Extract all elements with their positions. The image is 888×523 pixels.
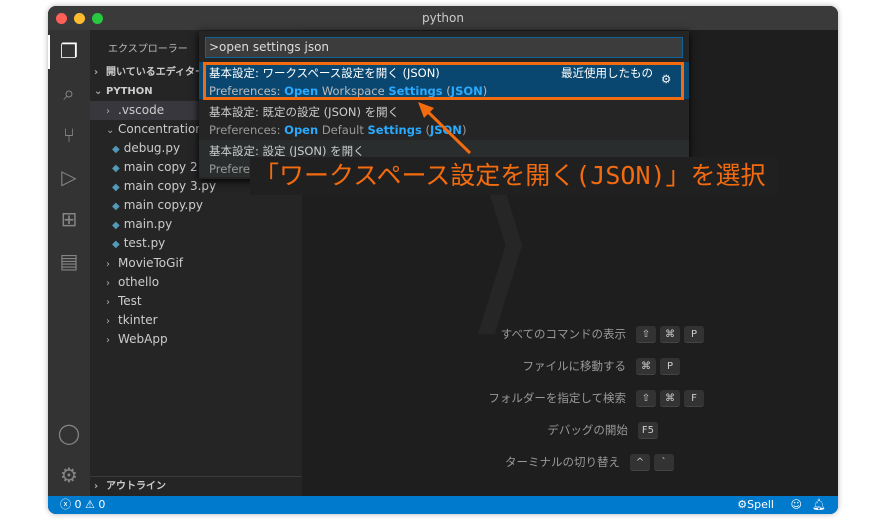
shortcut-start-debugging: デバッグの開始 F5 [328,420,662,440]
shortcut-find-in-folder: フォルダーを指定して検索 ⇧ ⌘ F [326,388,708,408]
tree-item[interactable]: ◆ test.py [90,234,302,253]
feedback-icon[interactable]: ☺ [791,496,802,514]
python-file-icon: ◆ [112,220,120,231]
run-debug-icon[interactable]: ▷ [56,164,82,190]
highlight-box [203,62,684,100]
shortcut-label: ターミナルの切り替え [505,455,620,469]
chevron-right-icon: › [106,297,110,308]
tree-item[interactable]: ◆ main copy.py [90,196,302,215]
arrow-icon [418,102,472,155]
key: ⌘ [660,389,680,407]
extensions-icon[interactable]: ⊞ [56,206,82,232]
key: ⌘ [636,357,656,375]
bell-icon[interactable]: 🔔︎ [812,496,826,514]
window-title: python [422,11,464,25]
close-button[interactable] [56,13,67,24]
tree-item-label: main copy 3.py [123,179,217,193]
tree-item-label: tkinter [118,313,158,327]
problems-indicator[interactable]: ⓧ 0 ⚠ 0 [60,496,105,514]
shortcut-label: デバッグの開始 [547,423,628,437]
key: ^ [630,453,650,471]
tree-item[interactable]: › MovieToGif [90,254,302,273]
tree-item-label: test.py [123,236,166,250]
tree-item[interactable]: › Test [90,292,302,311]
root-folder-label: PYTHON [106,86,153,97]
tree-item-label: main copy.py [123,198,203,212]
key: P [660,357,680,375]
chevron-down-icon: ⌄ [94,86,103,97]
gear-icon[interactable]: ⚙ [56,462,82,488]
title-bar: python [48,6,838,30]
shortcut-show-commands: すべてのコマンドの表示 ⇧ ⌘ P [326,324,708,344]
remote-explorer-icon[interactable]: ▤ [56,248,82,274]
chevron-right-icon: › [106,106,110,117]
tree-item[interactable]: ◆ main.py [90,215,302,234]
shortcut-label: フォルダーを指定して検索 [488,391,626,405]
key: F [684,389,704,407]
shortcut-label: ファイルに移動する [522,359,627,373]
chevron-right-icon: › [106,335,110,346]
explorer-title: エクスプローラー [108,44,188,55]
tree-item-label: Concentration [118,122,203,136]
key: ⌘ [660,325,680,343]
account-icon[interactable]: ◯ [56,420,82,446]
python-file-icon: ◆ [112,163,120,174]
spell-button[interactable]: ⚙Spell [737,496,774,514]
outline-label: アウトライン [106,481,166,492]
search-icon[interactable]: ⌕ [56,80,82,106]
key: F5 [637,421,658,439]
tree-item[interactable]: › othello [90,273,302,292]
gear-icon: ⚙ [737,498,748,511]
python-file-icon: ◆ [112,144,120,155]
shortcut-go-to-file: ファイルに移動する ⌘ P [326,356,684,376]
tree-item-label: debug.py [123,141,181,155]
tree-item-label: .vscode [118,103,165,117]
status-bar: ⓧ 0 ⚠ 0 ⚙Spell ☺ 🔔︎ [48,496,838,514]
zoom-button[interactable] [92,13,103,24]
tree-item-label: Test [118,294,142,308]
activity-bar: ❐ ⌕ ⑂ ▷ ⊞ ▤ ◯ ⚙ [48,30,90,496]
chevron-right-icon: › [106,278,110,289]
chevron-right-icon: › [106,259,110,270]
command-input[interactable]: >open settings json [205,37,683,58]
python-file-icon: ◆ [112,239,120,250]
tree-item-label: MovieToGif [118,256,184,270]
key: ⇧ [636,325,656,343]
key: ⇧ [636,389,656,407]
files-icon[interactable]: ❐ [56,38,82,64]
minimize-button[interactable] [74,13,85,24]
source-control-icon[interactable]: ⑂ [56,122,82,148]
active-indicator [48,35,50,69]
shortcut-toggle-terminal: ターミナルの切り替え ^ ` [320,452,678,472]
chevron-right-icon: › [106,316,110,327]
spell-label: Spell [747,498,774,511]
chevron-right-icon: › [94,67,99,78]
key: P [684,325,704,343]
python-file-icon: ◆ [112,201,120,212]
warning-icon: ⚠ [85,498,95,511]
tree-item[interactable]: › WebApp [90,330,302,349]
tree-item-label: WebApp [118,332,168,346]
error-count: 0 [74,498,82,511]
annotation-label: 「ワークスペース設定を開く(JSON)」を選択 [250,157,778,195]
error-icon: ⓧ [60,498,71,511]
tree-item-label: othello [118,275,160,289]
tree-item[interactable]: › tkinter [90,311,302,330]
outline-section[interactable]: › アウトライン [90,476,302,495]
shortcut-label: すべてのコマンドの表示 [500,327,626,341]
tree-item-label: main.py [123,217,173,231]
warning-count: 0 [98,498,106,511]
chevron-down-icon: ⌄ [106,125,115,136]
key: ` [654,453,674,471]
open-editors-label: 開いているエディター [106,67,205,78]
python-file-icon: ◆ [112,182,120,193]
chevron-right-icon: › [94,481,99,492]
